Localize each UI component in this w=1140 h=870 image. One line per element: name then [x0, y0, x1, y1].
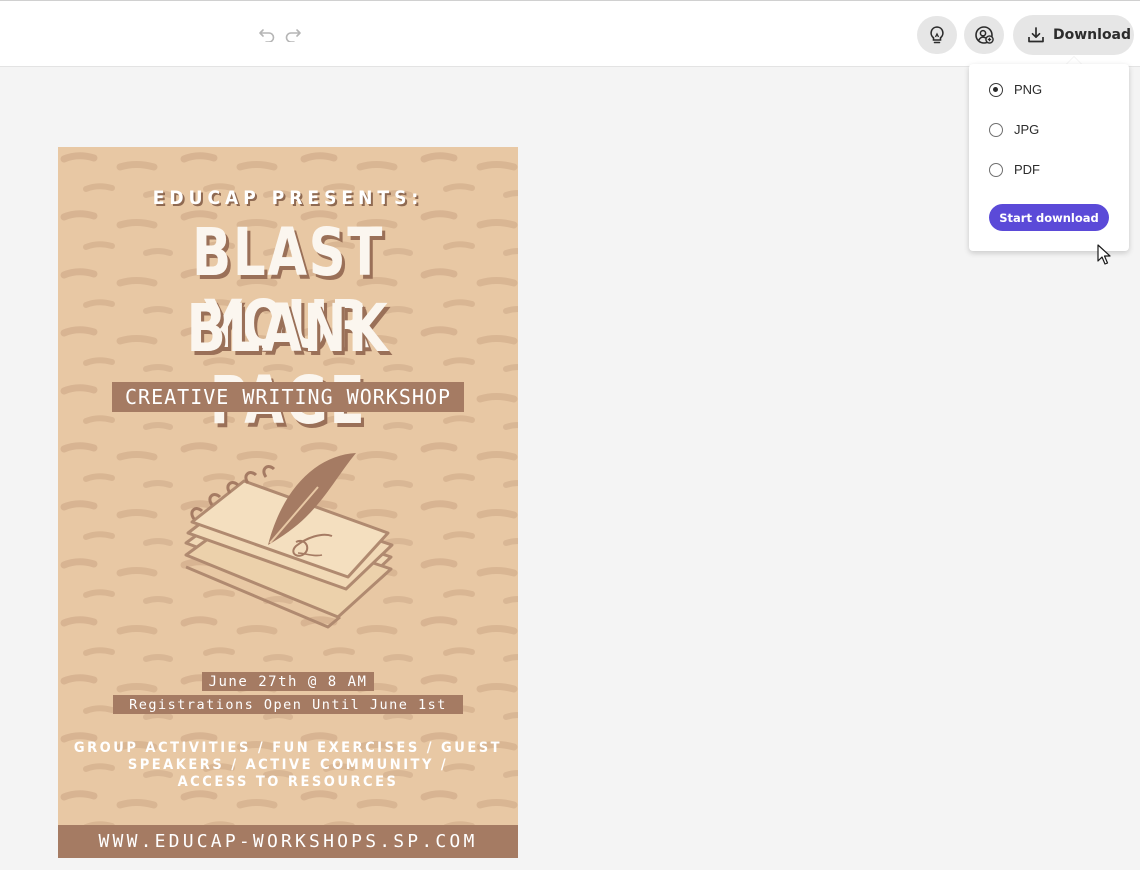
poster-subtitle-band: CREATIVE WRITING WORKSHOP	[112, 382, 464, 412]
lightbulb-icon	[930, 26, 944, 44]
poster-presents-text: EDUCAP PRESENTS:	[152, 187, 424, 209]
undo-arrow-icon	[259, 29, 275, 42]
redo-button[interactable]	[282, 23, 304, 45]
activities-line-1: GROUP ACTIVITIES / FUN EXERCISES / GUEST	[73, 740, 503, 756]
radio-png[interactable]	[989, 82, 1003, 97]
radio-jpg[interactable]	[989, 122, 1003, 137]
poster-registration-tag: Registrations Open Until June 1st	[113, 695, 463, 714]
redo-arrow-icon	[285, 29, 301, 42]
download-label: Download	[1053, 27, 1132, 43]
activities-line-3: ACCESS TO RESOURCES	[177, 774, 399, 790]
start-download-button[interactable]: Start download	[989, 204, 1109, 231]
user-add-icon	[975, 26, 994, 44]
download-button[interactable]: Download	[1013, 15, 1134, 55]
format-option-png[interactable]: PNG	[989, 82, 1042, 97]
format-label-jpg: JPG	[1014, 122, 1040, 137]
poster-activities-text: GROUP ACTIVITIES / FUN EXERCISES / GUEST…	[58, 740, 518, 791]
download-tray-icon	[1028, 27, 1044, 43]
activities-line-2: SPEAKERS / ACTIVE COMMUNITY /	[127, 757, 449, 773]
format-label-pdf: PDF	[1014, 162, 1040, 177]
poster-website-footer: WWW.EDUCAP-WORKSHOPS.SP.COM	[58, 825, 518, 858]
ideas-button[interactable]	[917, 16, 957, 54]
radio-pdf[interactable]	[989, 162, 1003, 177]
format-label-png: PNG	[1014, 82, 1043, 97]
notebook-quill-illustration	[184, 453, 394, 629]
undo-button[interactable]	[256, 23, 278, 45]
download-format-menu: PNG JPG PDF Start download	[969, 64, 1129, 251]
poster-headline-line-2: BLANK PAGE	[186, 290, 390, 437]
poster-canvas[interactable]: EDUCAP PRESENTS: BLAST YOUR BLANK PAGE C…	[58, 147, 518, 858]
poster-date-tag: June 27th @ 8 AM	[202, 672, 374, 691]
top-toolbar: Download	[0, 0, 1140, 67]
format-option-jpg[interactable]: JPG	[989, 122, 1039, 137]
mouse-pointer-icon	[1097, 244, 1111, 265]
share-user-button[interactable]	[964, 16, 1004, 54]
format-option-pdf[interactable]: PDF	[989, 162, 1040, 177]
